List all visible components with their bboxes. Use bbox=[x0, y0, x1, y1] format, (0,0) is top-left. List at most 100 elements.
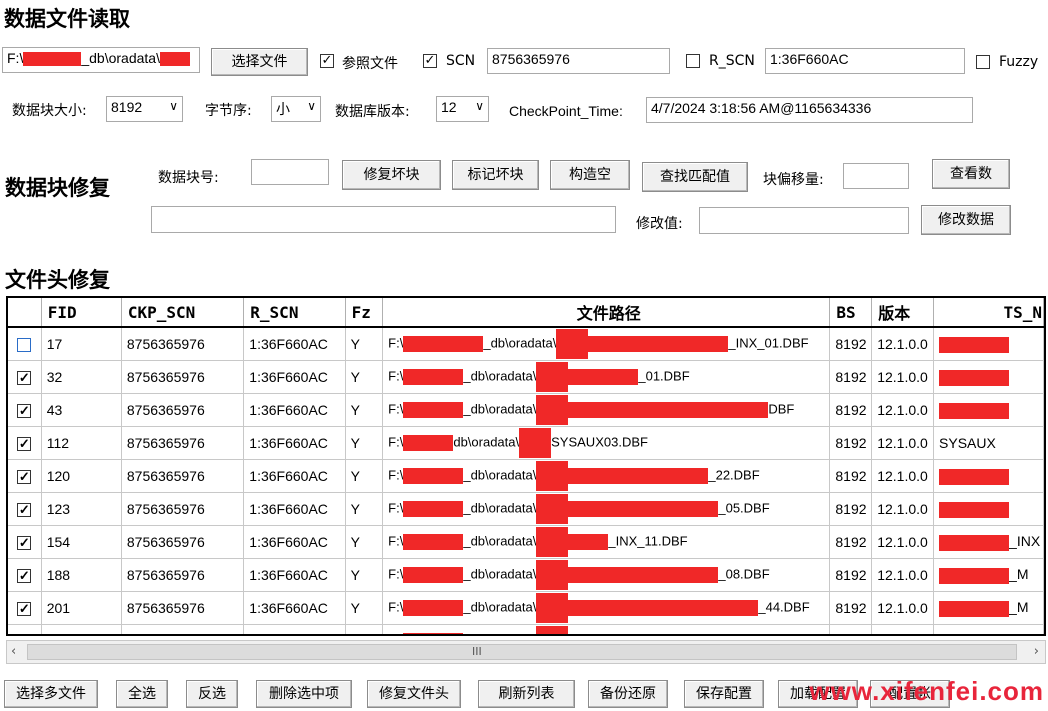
delete-selected-button[interactable]: 删除选中项 bbox=[256, 680, 352, 708]
column-header-version[interactable]: 版本 bbox=[871, 298, 935, 328]
column-header-ts-name[interactable]: TS_N bbox=[933, 298, 1044, 328]
find-match-button[interactable]: 查找匹配值 bbox=[642, 162, 748, 192]
horizontal-scrollbar[interactable]: ‹ III › bbox=[6, 640, 1046, 664]
chevron-down-icon: ∨ bbox=[307, 99, 316, 113]
row-checkbox-cell[interactable] bbox=[8, 624, 42, 636]
fuzzy-checkbox[interactable] bbox=[976, 55, 990, 69]
refresh-list-button[interactable]: 刷新列表 bbox=[478, 680, 575, 708]
row-checkbox-cell[interactable] bbox=[8, 393, 42, 427]
path-end: DBF bbox=[768, 401, 795, 417]
fid-cell: 188 bbox=[41, 558, 122, 592]
block-offset-input[interactable] bbox=[843, 163, 909, 189]
db-version-select[interactable]: 12 ∨ bbox=[436, 96, 489, 122]
row-checkbox[interactable] bbox=[17, 569, 32, 584]
table-row[interactable]: 4387563659761:36F660ACYF:\ _db\oradata\ DB… bbox=[8, 393, 1044, 427]
table-row[interactable]: 15487563659761:36F660ACYF:\ _db\oradata\ _… bbox=[8, 525, 1044, 559]
redaction bbox=[568, 567, 719, 583]
column-header-r-scn[interactable]: R_SCN bbox=[243, 298, 346, 328]
row-checkbox-cell[interactable] bbox=[8, 591, 42, 625]
row-checkbox[interactable] bbox=[17, 503, 32, 518]
path-middle: _db\oradata\ bbox=[463, 566, 537, 582]
repair-file-header-button[interactable]: 修复文件头 bbox=[367, 680, 461, 708]
fid-cell: 17 bbox=[41, 327, 122, 361]
scn-input[interactable]: 8756365976 bbox=[487, 48, 670, 74]
row-checkbox[interactable] bbox=[17, 404, 32, 419]
select-file-button[interactable]: 选择文件 bbox=[211, 48, 308, 76]
construct-empty-button[interactable]: 构造空 bbox=[550, 160, 630, 190]
row-checkbox[interactable] bbox=[17, 437, 32, 452]
rscn-input[interactable]: 1:36F660AC bbox=[765, 48, 965, 74]
column-header-fz[interactable]: Fz bbox=[345, 298, 384, 328]
row-checkbox-cell[interactable] bbox=[8, 558, 42, 592]
table-row[interactable]: 15887563659761:36F660ACY F:\ _db\oradata\ S… bbox=[8, 624, 1044, 636]
column-header-path[interactable]: 文件路径 bbox=[382, 298, 831, 328]
fz-cell: Y bbox=[345, 558, 384, 592]
table-row[interactable]: 12387563659761:36F660ACYF:\ _db\oradata\ _… bbox=[8, 492, 1044, 526]
row-checkbox-cell[interactable] bbox=[8, 525, 42, 559]
rscn-checkbox[interactable] bbox=[686, 54, 700, 68]
row-checkbox[interactable] bbox=[17, 536, 32, 551]
column-header[interactable] bbox=[8, 298, 42, 328]
chevron-right-icon[interactable]: › bbox=[1034, 644, 1039, 659]
modify-value-input[interactable] bbox=[699, 207, 909, 234]
checkpoint-time-input[interactable]: 4/7/2024 3:18:56 AM@1165634336 bbox=[646, 97, 973, 123]
column-header-fid[interactable]: FID bbox=[41, 298, 122, 328]
scrollbar-thumb[interactable] bbox=[27, 644, 1017, 660]
ts-name: _INX bbox=[1009, 533, 1041, 550]
block-number-label: 数据块号: bbox=[158, 170, 219, 186]
path-end: SYSAUX04.DBF bbox=[568, 632, 665, 634]
ckp-scn-cell: 8756365976 bbox=[121, 624, 245, 634]
row-checkbox[interactable] bbox=[17, 371, 32, 386]
block-number-input[interactable] bbox=[251, 159, 329, 185]
row-checkbox[interactable] bbox=[17, 602, 32, 617]
invert-selection-button[interactable]: 反选 bbox=[186, 680, 238, 708]
path-end: _INX_01.DBF bbox=[728, 335, 809, 351]
datafile-grid[interactable]: FID CKP_SCN R_SCN Fz 文件路径 BS 版本 TS_N 17 8… bbox=[6, 296, 1046, 636]
ckp-scn-cell: 8756365976 bbox=[121, 525, 245, 559]
table-row[interactable]: 3287563659761:36F660ACYF:\ _db\oradata\ _0… bbox=[8, 360, 1044, 394]
column-header-ckp-scn[interactable]: CKP_SCN bbox=[121, 298, 245, 328]
modify-data-button[interactable]: 修改数据 bbox=[921, 205, 1011, 235]
fid-cell: 32 bbox=[41, 360, 122, 394]
bs-cell: 8192 bbox=[829, 360, 873, 394]
block-size-select[interactable]: 8192 ∨ bbox=[106, 96, 183, 122]
row-checkbox-cell[interactable] bbox=[8, 327, 42, 361]
table-row[interactable]: 20187563659761:36F660ACYF:\ _db\oradata\ _… bbox=[8, 591, 1044, 625]
row-checkbox[interactable] bbox=[17, 635, 31, 636]
select-multiple-files-button[interactable]: 选择多文件 bbox=[4, 680, 98, 708]
redaction bbox=[556, 329, 589, 359]
ref-file-checkbox[interactable] bbox=[320, 54, 334, 68]
path-cell: F:\ _db\oradata\ _44.DBF bbox=[382, 591, 831, 625]
repair-bad-block-button[interactable]: 修复坏块 bbox=[342, 160, 441, 190]
file-path-input[interactable]: F:\ _db\oradata\ bbox=[2, 47, 200, 73]
scn-checkbox[interactable] bbox=[423, 54, 437, 68]
backup-restore-button[interactable]: 备份还原 bbox=[588, 680, 668, 708]
column-header-bs[interactable]: BS bbox=[829, 298, 873, 328]
byte-order-select[interactable]: 小 ∨ bbox=[271, 96, 321, 122]
ts-name-cell: _M bbox=[933, 591, 1044, 625]
fid-cell: 123 bbox=[41, 492, 122, 526]
table-row[interactable]: 11287563659761:36F660ACYF:\ db\oradata\ SY… bbox=[8, 426, 1044, 460]
row-checkbox[interactable] bbox=[17, 470, 32, 485]
bs-cell: 8192 bbox=[829, 327, 873, 361]
row-checkbox-cell[interactable] bbox=[8, 459, 42, 493]
save-config-button[interactable]: 保存配置 bbox=[684, 680, 764, 708]
select-all-button[interactable]: 全选 bbox=[116, 680, 168, 708]
row-checkbox-cell[interactable] bbox=[8, 492, 42, 526]
row-checkbox-cell[interactable] bbox=[8, 426, 42, 460]
block-data-input[interactable] bbox=[151, 206, 616, 233]
row-checkbox[interactable] bbox=[17, 338, 32, 353]
redaction bbox=[939, 600, 1010, 617]
table-row[interactable]: 17 8756365976 1:36F660AC Y F:\ _db\oradata\ _I… bbox=[8, 327, 1044, 361]
table-row[interactable]: 12087563659761:36F660ACYF:\ _db\oradata\ _… bbox=[8, 459, 1044, 493]
chevron-left-icon[interactable]: ‹ bbox=[11, 644, 16, 659]
path-middle: _db\oradata\ bbox=[463, 500, 537, 516]
bs-cell: 8192 bbox=[829, 591, 873, 625]
row-checkbox-cell[interactable] bbox=[8, 360, 42, 394]
chevron-down-icon: ∨ bbox=[169, 99, 178, 113]
mark-bad-block-button[interactable]: 标记坏块 bbox=[452, 160, 539, 190]
table-row[interactable]: 18887563659761:36F660ACYF:\ _db\oradata\ _… bbox=[8, 558, 1044, 592]
ts-name-cell bbox=[933, 459, 1044, 493]
view-data-button[interactable]: 查看数 bbox=[932, 159, 1010, 189]
ts-name: SYSAUX bbox=[939, 435, 996, 451]
